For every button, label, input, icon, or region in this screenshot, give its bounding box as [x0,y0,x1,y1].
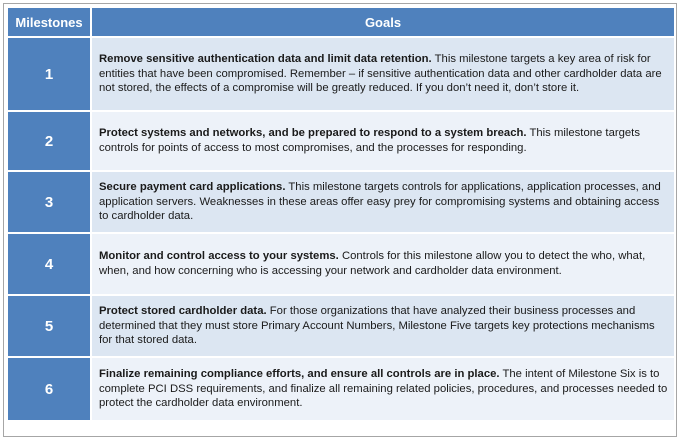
goal-cell: Finalize remaining compliance efforts, a… [90,356,676,422]
table-row: 6 Finalize remaining compliance efforts,… [6,356,676,422]
milestone-number: 1 [6,36,92,112]
milestones-column-header: Milestones [6,6,92,38]
table-row: 4 Monitor and control access to your sys… [6,232,676,296]
milestone-number: 3 [6,170,92,234]
goals-column-header: Goals [90,6,676,38]
goal-cell: Protect systems and networks, and be pre… [90,110,676,172]
header-row: Milestones Goals [6,6,676,38]
milestone-number: 2 [6,110,92,172]
table-row: 5 Protect stored cardholder data. For th… [6,294,676,358]
milestone-number: 4 [6,232,92,296]
goal-title: Protect stored cardholder data. [99,305,267,318]
goal-cell: Protect stored cardholder data. For thos… [90,294,676,358]
goal-title: Monitor and control access to your syste… [99,250,339,263]
table-row: 2 Protect systems and networks, and be p… [6,110,676,172]
goal-title: Finalize remaining compliance efforts, a… [99,368,500,381]
goal-cell: Remove sensitive authentication data and… [90,36,676,112]
milestone-number: 6 [6,356,92,422]
table-row: 1 Remove sensitive authentication data a… [6,36,676,112]
goal-title: Secure payment card applications. [99,181,286,194]
milestone-number: 5 [6,294,92,358]
goal-title: Protect systems and networks, and be pre… [99,127,527,140]
goal-cell: Secure payment card applications. This m… [90,170,676,234]
goal-title: Remove sensitive authentication data and… [99,53,432,66]
milestones-goals-table: Milestones Goals 1 Remove sensitive auth… [6,6,676,422]
table-row: 3 Secure payment card applications. This… [6,170,676,234]
goal-cell: Monitor and control access to your syste… [90,232,676,296]
